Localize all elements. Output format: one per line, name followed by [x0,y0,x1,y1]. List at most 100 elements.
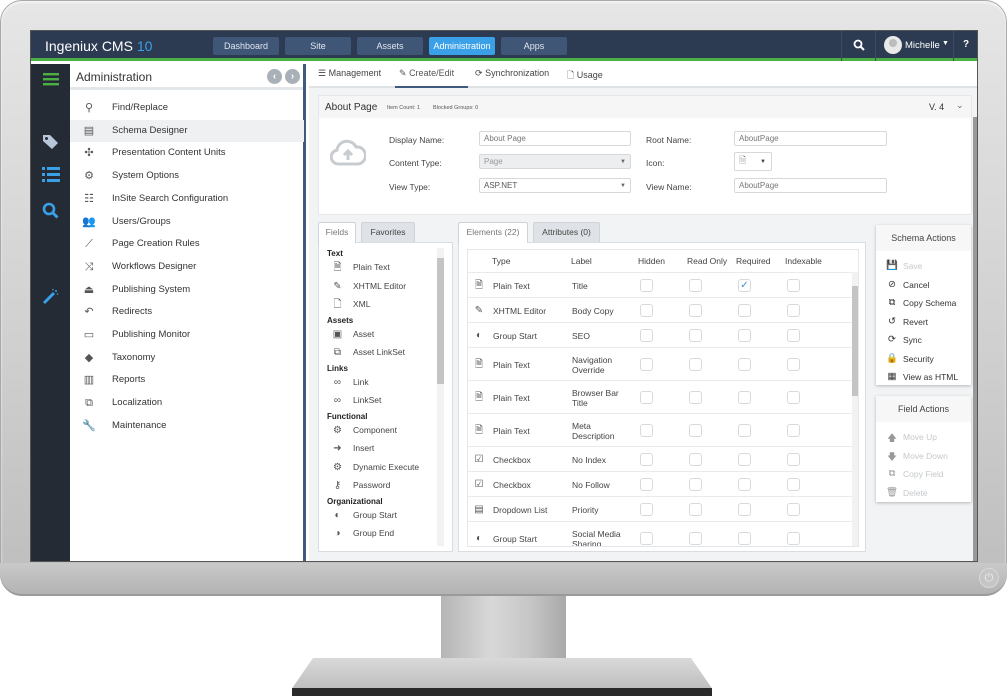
tab-synchronization[interactable]: ⟳ Synchronization [475,68,555,88]
magic-wand-icon[interactable] [31,288,70,310]
hidden-checkbox[interactable] [640,278,653,292]
read-only-checkbox[interactable] [689,303,702,317]
chevron-right-icon[interactable]: › [285,69,300,84]
read-only-checkbox[interactable] [689,423,702,437]
required-checkbox[interactable] [738,328,751,342]
required-checkbox[interactable] [738,531,751,545]
required-checkbox[interactable] [738,390,751,404]
column-indexable[interactable]: Indexable [785,256,822,266]
hidden-checkbox[interactable] [640,477,653,491]
indexable-checkbox[interactable] [787,452,800,466]
sidebar-item-insite-search-configuration[interactable]: ☷ InSite Search Configuration [70,188,304,210]
sidebar-item-taxonomy[interactable]: ◆ Taxonomy [70,347,304,369]
sidebar-item-find-replace[interactable]: ⚲ Find/Replace [70,97,304,119]
tab-attributes[interactable]: Attributes (0) [533,222,600,242]
sidebar-item-redirects[interactable]: ↶ Redirects [70,301,304,323]
chevron-down-icon[interactable]: ⌄ [956,100,964,111]
nav-administration[interactable]: Administration [429,37,495,55]
hidden-checkbox[interactable] [640,303,653,317]
sidebar-item-publishing-monitor[interactable]: ▭ Publishing Monitor [70,324,304,346]
sidebar-item-maintenance[interactable]: 🔧 Maintenance [70,415,304,437]
table-row[interactable]: 🗎 Plain Text Navigation Override [468,347,852,380]
table-row[interactable]: ▤ Dropdown List Priority [468,496,852,521]
hidden-checkbox[interactable] [640,531,653,545]
global-search-button[interactable] [841,31,875,61]
table-row[interactable]: ◐ Group Start Social Media Sharing [468,521,852,546]
table-row[interactable]: ◐ Group Start SEO [468,322,852,347]
column-label[interactable]: Label [571,256,592,266]
sidebar-item-presentation-content-units[interactable]: ✣ Presentation Content Units [70,142,304,164]
column-required[interactable]: Required [736,256,771,266]
sidebar-item-publishing-system[interactable]: ⏏ Publishing System [70,279,304,301]
sidebar-item-workflows-designer[interactable]: ⤨ Workflows Designer [70,256,304,278]
tags-icon[interactable] [31,134,70,155]
table-row[interactable]: ☑ Checkbox No Follow [468,471,852,496]
indexable-checkbox[interactable] [787,477,800,491]
sidebar-item-system-options[interactable]: ⚙ System Options [70,165,304,187]
chevron-left-icon[interactable]: ‹ [267,69,282,84]
read-only-checkbox[interactable] [689,390,702,404]
hamburger-icon[interactable] [31,72,70,91]
indexable-checkbox[interactable] [787,328,800,342]
read-only-checkbox[interactable] [689,278,702,292]
sidebar-item-page-creation-rules[interactable]: ⟋ Page Creation Rules [70,233,304,255]
read-only-checkbox[interactable] [689,477,702,491]
help-button[interactable]: ? [953,31,977,61]
indexable-checkbox[interactable] [787,278,800,292]
indexable-checkbox[interactable] [787,357,800,371]
required-checkbox[interactable] [738,303,751,317]
hidden-checkbox[interactable] [640,502,653,516]
read-only-checkbox[interactable] [689,328,702,342]
indexable-checkbox[interactable] [787,303,800,317]
tab-fields[interactable]: Fields [318,222,356,243]
indexable-checkbox[interactable] [787,531,800,545]
search-icon[interactable] [31,202,70,224]
scrollbar-thumb[interactable] [437,258,444,384]
read-only-checkbox[interactable] [689,452,702,466]
tab-elements[interactable]: Elements (22) [458,222,528,243]
tab-create-edit[interactable]: ✎ Create/Edit [395,68,468,88]
required-checkbox[interactable] [738,423,751,437]
page-scrollbar[interactable] [973,117,977,561]
list-icon[interactable] [31,167,70,187]
table-row[interactable]: 🗎 Plain Text Title ✓ [468,272,852,297]
required-checkbox[interactable] [738,477,751,491]
indexable-checkbox[interactable] [787,390,800,404]
view-name-input[interactable]: AboutPage [734,178,887,193]
nav-apps[interactable]: Apps [501,37,567,55]
required-checkbox[interactable] [738,502,751,516]
indexable-checkbox[interactable] [787,423,800,437]
root-name-input[interactable]: AboutPage [734,131,887,146]
read-only-checkbox[interactable] [689,502,702,516]
view-type-select[interactable]: ASP.NET ▼ [479,178,631,193]
column-read-only[interactable]: Read Only [687,256,727,266]
table-row[interactable]: 🗎 Plain Text Meta Description [468,413,852,446]
sidebar-item-localization[interactable]: ⧉ Localization [70,392,304,414]
hidden-checkbox[interactable] [640,328,653,342]
table-row[interactable]: 🗎 Plain Text Browser Bar Title [468,380,852,413]
column-type[interactable]: Type [492,256,510,266]
icon-picker[interactable]: 🗎 ▼ [734,152,772,171]
content-type-select[interactable]: Page ▼ [479,154,631,169]
elements-scrollbar[interactable] [852,272,858,546]
nav-assets[interactable]: Assets [357,37,423,55]
required-checkbox[interactable] [738,452,751,466]
sidebar-item-users-groups[interactable]: 👥 Users/Groups [70,211,304,233]
required-checkbox[interactable] [738,357,751,371]
hidden-checkbox[interactable] [640,452,653,466]
hidden-checkbox[interactable] [640,423,653,437]
sidebar-item-reports[interactable]: ▥ Reports [70,369,304,391]
tab-usage[interactable]: 🗋 Usage [567,68,611,88]
table-row[interactable]: ☑ Checkbox No Index [468,446,852,471]
read-only-checkbox[interactable] [689,531,702,545]
scrollbar-thumb[interactable] [852,286,858,396]
hidden-checkbox[interactable] [640,390,653,404]
required-checkbox[interactable]: ✓ [738,278,751,292]
nav-dashboard[interactable]: Dashboard [213,37,279,55]
user-menu[interactable]: Michelle ▼ [875,31,953,61]
fields-scrollbar[interactable] [437,248,444,546]
read-only-checkbox[interactable] [689,357,702,371]
sidebar-item-schema-designer[interactable]: ▤ Schema Designer [70,119,304,142]
table-row[interactable]: ✎ XHTML Editor Body Copy [468,297,852,322]
tab-favorites[interactable]: Favorites [361,222,415,242]
